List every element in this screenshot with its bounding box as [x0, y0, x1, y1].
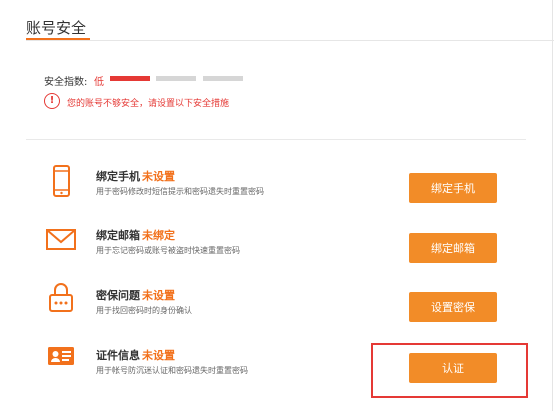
phone-icon	[53, 165, 70, 197]
item-status-id-info: 未设置	[142, 349, 175, 362]
strength-bar-1	[110, 76, 150, 81]
strength-bar-2	[156, 76, 196, 81]
section-divider	[26, 139, 526, 140]
highlight-box	[371, 343, 528, 398]
item-desc-phone: 用于密码修改时短信提示和密码遗失时重置密码	[96, 187, 264, 196]
item-title-text: 绑定手机	[96, 170, 140, 183]
item-status-email: 未绑定	[142, 229, 175, 242]
item-title-text: 证件信息	[96, 349, 140, 362]
lock-icon	[49, 283, 73, 312]
header-divider	[26, 40, 554, 41]
id-card-icon	[48, 347, 74, 365]
security-score-level: 低	[94, 77, 104, 88]
mail-icon	[46, 229, 76, 250]
item-title-security-question: 密保问题 未设置	[96, 287, 175, 303]
alert-icon: !	[44, 93, 60, 109]
bind-email-button[interactable]: 绑定邮箱	[409, 233, 497, 263]
item-status-security-question: 未设置	[142, 289, 175, 302]
page-title: 账号安全	[26, 19, 87, 37]
bind-phone-button[interactable]: 绑定手机	[409, 173, 497, 203]
item-desc-security-question: 用于找回密码时的身份确认	[96, 306, 192, 315]
item-desc-id-info: 用于帐号防沉迷认证和密码遗失时重置密码	[96, 366, 248, 375]
item-title-email: 绑定邮箱 未绑定	[96, 227, 175, 243]
item-title-text: 绑定邮箱	[96, 229, 140, 242]
strength-bar-3	[203, 76, 243, 81]
security-score-label: 安全指数:	[44, 77, 88, 88]
item-status-phone: 未设置	[142, 170, 175, 183]
item-desc-email: 用于忘记密码或账号被盗时快速重置密码	[96, 246, 240, 255]
set-security-question-button[interactable]: 设置密保	[409, 292, 497, 322]
item-title-phone: 绑定手机 未设置	[96, 168, 175, 184]
security-warning-text: 您的账号不够安全，请设置以下安全措施	[67, 99, 230, 109]
scrollbar-track	[552, 0, 553, 411]
item-title-text: 密保问题	[96, 289, 140, 302]
item-title-id-info: 证件信息 未设置	[96, 347, 175, 363]
